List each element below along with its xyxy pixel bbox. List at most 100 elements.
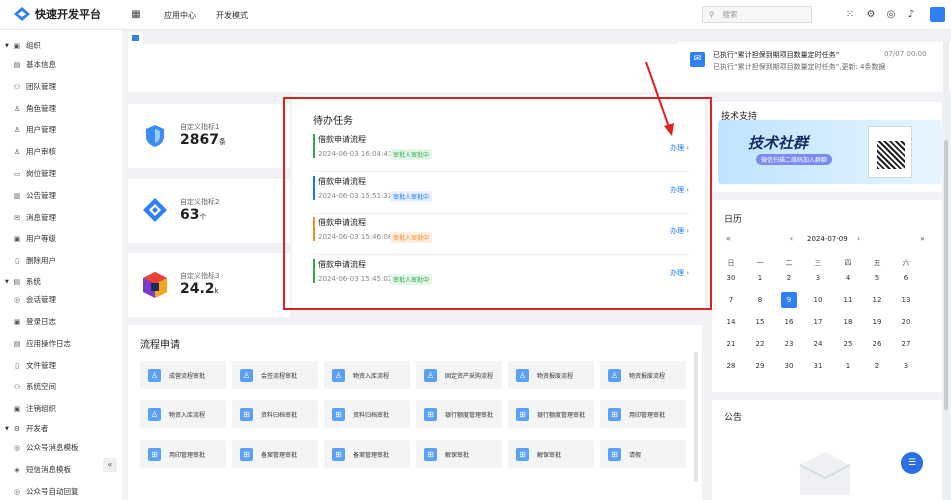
sidebar-section-developer[interactable]: ▼ ⚙ 开发者 bbox=[5, 423, 48, 434]
sidebar-item-app-log[interactable]: ▤ 应用操作日志 bbox=[12, 338, 71, 349]
flow-item[interactable]: ⊞ 用印管理审批 bbox=[140, 440, 226, 468]
calendar-day[interactable]: 20 bbox=[898, 314, 914, 330]
nav-dev-mode[interactable]: 开发模式 bbox=[216, 10, 248, 21]
next-month-icon[interactable]: › bbox=[857, 234, 860, 243]
flow-item[interactable]: ⊞ 资料归档审批 bbox=[324, 400, 410, 428]
sidebar-item-notice[interactable]: ▥ 公告管理 bbox=[12, 190, 56, 201]
calendar-day[interactable]: 17 bbox=[810, 314, 826, 330]
flow-item[interactable]: ♙ 成营流程审批 bbox=[140, 361, 226, 389]
prev-month-icon[interactable]: ‹ bbox=[790, 234, 793, 243]
sidebar-section-system[interactable]: ▼ ▤ 系统 bbox=[5, 276, 41, 287]
calendar-day[interactable]: 8 bbox=[752, 292, 768, 308]
collapse-sidebar-button[interactable]: « bbox=[103, 458, 117, 472]
sidebar-item-position[interactable]: ▭ 岗位管理 bbox=[12, 168, 56, 179]
flow-item[interactable]: ♙ 物资报废流程 bbox=[508, 361, 594, 389]
flow-item[interactable]: ⊞ 解保审批 bbox=[416, 440, 502, 468]
notice-title[interactable]: 已执行“累计担保到期项目数量定时任务” bbox=[713, 50, 839, 60]
logo[interactable]: 快速开发平台 bbox=[14, 6, 101, 22]
calendar-day[interactable]: 18 bbox=[840, 314, 856, 330]
calendar-day[interactable]: 2 bbox=[781, 270, 797, 286]
sidebar-item-files[interactable]: ▯ 文件管理 bbox=[12, 360, 56, 371]
caret-down-icon: ▼ bbox=[5, 425, 9, 432]
calendar-day[interactable]: 25 bbox=[840, 336, 856, 352]
calendar-day[interactable]: 10 bbox=[810, 292, 826, 308]
gear-icon[interactable]: ⚙ bbox=[865, 9, 877, 21]
flow-scrollbar[interactable] bbox=[694, 352, 698, 482]
calendar-day[interactable]: 22 bbox=[752, 336, 768, 352]
flow-item[interactable]: ⊞ 备案管理审批 bbox=[324, 440, 410, 468]
calendar-day[interactable]: 5 bbox=[869, 270, 885, 286]
flow-item[interactable]: ♙ 物资入库流程 bbox=[140, 400, 226, 428]
sidebar-item-label: 登录日志 bbox=[26, 317, 56, 326]
sidebar: ▼ ▣ 组织 ▤ 基本信息 ⚇ 团队管理 ♙ 角色管理 ♙ 用户管理 ♙ 用户审核 ▭ 岗位管理… bbox=[0, 30, 122, 500]
flow-item[interactable]: ⊞ 资料归档审批 bbox=[232, 400, 318, 428]
sidebar-item-user-level[interactable]: ▣ 用户等级 bbox=[12, 233, 56, 244]
sidebar-item-delete-user[interactable]: ▯ 删除用户 bbox=[12, 255, 56, 266]
calendar-day[interactable]: 30 bbox=[781, 358, 797, 374]
flow-item[interactable]: ♙ 物资报废流程 bbox=[600, 361, 686, 389]
calendar-day[interactable]: 21 bbox=[723, 336, 739, 352]
tab-home[interactable] bbox=[128, 32, 143, 44]
prev-year-icon[interactable]: « bbox=[726, 234, 731, 243]
community-banner[interactable]: 技术社群 微信扫描二维码加入群聊 bbox=[718, 120, 942, 184]
sidebar-item-role[interactable]: ♙ 角色管理 bbox=[12, 103, 56, 114]
page-scrollbar-thumb[interactable] bbox=[944, 140, 948, 410]
calendar-day[interactable]: 4 bbox=[840, 270, 856, 286]
calendar-day[interactable]: 3 bbox=[810, 270, 826, 286]
sidebar-item-auto-reply[interactable]: ◎ 公众号自动回复 bbox=[12, 486, 79, 497]
calendar-day[interactable]: 16 bbox=[781, 314, 797, 330]
flow-item[interactable]: ♙ 物资入库流程 bbox=[324, 361, 410, 389]
sidebar-item-space[interactable]: ⚇ 系统空间 bbox=[12, 381, 56, 392]
calendar-day[interactable]: 27 bbox=[898, 336, 914, 352]
sidebar-item-login-log[interactable]: ▣ 登录日志 bbox=[12, 316, 56, 327]
sidebar-item-user-review[interactable]: ♙ 用户审核 bbox=[12, 146, 56, 157]
calendar-day[interactable]: 23 bbox=[781, 336, 797, 352]
calendar-day[interactable]: 19 bbox=[869, 314, 885, 330]
menu-fab-button[interactable]: ☰ bbox=[901, 452, 923, 474]
sidebar-item-sms-template[interactable]: ◈ 短信消息模板 bbox=[12, 464, 71, 475]
calendar-day[interactable]: 13 bbox=[898, 292, 914, 308]
calendar-day[interactable]: 9 bbox=[781, 292, 797, 308]
apps-icon[interactable]: ⁙ bbox=[844, 9, 856, 21]
sidebar-item-message[interactable]: ✉ 消息管理 bbox=[12, 212, 56, 223]
flow-item[interactable]: ⊞ 银行额度管理审批 bbox=[508, 400, 594, 428]
search-input[interactable]: ⚲ 搜索 bbox=[702, 6, 812, 23]
next-year-icon[interactable]: » bbox=[920, 234, 925, 243]
flow-item[interactable]: ⊞ 用印管理审批 bbox=[600, 400, 686, 428]
flow-item[interactable]: ♙ 会签流程审批 bbox=[232, 361, 318, 389]
calendar-day[interactable]: 31 bbox=[810, 358, 826, 374]
bell-icon[interactable]: ♪ bbox=[905, 9, 917, 21]
sidebar-item-users[interactable]: ♙ 用户管理 bbox=[12, 124, 56, 135]
calendar-day[interactable]: 3 bbox=[898, 358, 914, 374]
flow-item[interactable]: ⊞ 银行额度管理审批 bbox=[416, 400, 502, 428]
calendar-day[interactable]: 28 bbox=[723, 358, 739, 374]
sidebar-item-team[interactable]: ⚇ 团队管理 bbox=[12, 81, 56, 92]
sidebar-item-deregister[interactable]: ▣ 注销组织 bbox=[12, 403, 56, 414]
grid-menu-icon[interactable]: ▦ bbox=[130, 9, 142, 21]
flow-item[interactable]: ⊞ 请假 bbox=[600, 440, 686, 468]
calendar-day[interactable]: 1 bbox=[840, 358, 856, 374]
calendar-day[interactable]: 1 bbox=[752, 270, 768, 286]
settings-icon[interactable]: ◎ bbox=[885, 9, 897, 21]
calendar-day[interactable]: 29 bbox=[752, 358, 768, 374]
flow-item[interactable]: ♙ 固定资产采购流程 bbox=[416, 361, 502, 389]
sidebar-item-wechat-template[interactable]: ◎ 公众号消息模板 bbox=[12, 442, 79, 453]
sidebar-item-session[interactable]: ◎ 会话管理 bbox=[12, 294, 56, 305]
calendar-day[interactable]: 26 bbox=[869, 336, 885, 352]
sidebar-section-org[interactable]: ▼ ▣ 组织 bbox=[5, 40, 41, 51]
calendar-day[interactable]: 24 bbox=[810, 336, 826, 352]
calendar-day[interactable]: 12 bbox=[869, 292, 885, 308]
calendar-day[interactable]: 30 bbox=[723, 270, 739, 286]
calendar-day[interactable]: 15 bbox=[752, 314, 768, 330]
weekday-label: 二 bbox=[785, 259, 793, 267]
calendar-day[interactable]: 7 bbox=[723, 292, 739, 308]
avatar[interactable] bbox=[930, 7, 945, 22]
calendar-day[interactable]: 2 bbox=[869, 358, 885, 374]
calendar-day[interactable]: 14 bbox=[723, 314, 739, 330]
flow-item[interactable]: ⊞ 备案管理审批 bbox=[232, 440, 318, 468]
calendar-day[interactable]: 6 bbox=[898, 270, 914, 286]
flow-item[interactable]: ⊞ 解保审批 bbox=[508, 440, 594, 468]
nav-app-center[interactable]: 应用中心 bbox=[164, 10, 196, 21]
sidebar-item-basic-info[interactable]: ▤ 基本信息 bbox=[12, 59, 56, 70]
calendar-day[interactable]: 11 bbox=[840, 292, 856, 308]
